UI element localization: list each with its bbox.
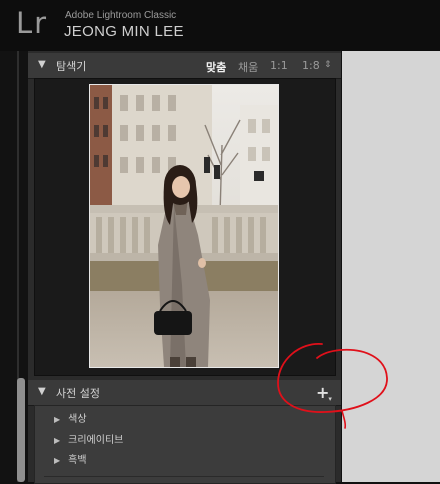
zoom-fill-option[interactable]: 채움 — [238, 59, 258, 75]
product-name: Adobe Lightroom Classic — [65, 10, 177, 21]
top-bar: Lr Adobe Lightroom Classic JEONG MIN LEE — [0, 0, 440, 51]
zoom-stepper-icon[interactable]: ⇕ — [324, 60, 332, 70]
scrollbar-thumb[interactable] — [17, 378, 25, 482]
preset-group-label: 색상 — [68, 414, 87, 425]
preset-group-bw[interactable]: ▶ 흑백 — [54, 451, 87, 466]
preset-group-label: 크리에이티브 — [68, 435, 124, 446]
expand-arrow-icon[interactable]: ▶ — [54, 456, 60, 465]
collapse-triangle-icon[interactable]: ▼ — [38, 59, 46, 70]
lightroom-logo: Lr — [16, 6, 49, 40]
expand-arrow-icon[interactable]: ▶ — [54, 436, 60, 445]
navigator-header[interactable]: ▼ 탐색기 맞춤 채움 1:1 1:8 ⇕ — [28, 53, 341, 79]
preset-group-color[interactable]: ▶ 색상 — [54, 410, 87, 425]
preset-group-label: 흑백 — [68, 455, 87, 466]
photo-image — [90, 85, 278, 367]
zoom-1-1-option[interactable]: 1:1 — [270, 59, 288, 72]
preset-group-creative[interactable]: ▶ 크리에이티브 — [54, 431, 123, 446]
annotation-circle — [277, 343, 388, 429]
collapse-triangle-icon[interactable]: ▼ — [38, 386, 46, 397]
presets-title: 사전 설정 — [56, 387, 100, 400]
zoom-fit-option[interactable]: 맞춤 — [206, 59, 226, 75]
presets-divider — [44, 476, 324, 477]
zoom-1-8-option[interactable]: 1:8 — [302, 59, 320, 72]
identity-plate: JEONG MIN LEE — [64, 23, 184, 40]
photo-thumbnail[interactable] — [89, 84, 279, 368]
expand-arrow-icon[interactable]: ▶ — [54, 415, 60, 424]
navigator-title: 탐색기 — [56, 60, 87, 73]
